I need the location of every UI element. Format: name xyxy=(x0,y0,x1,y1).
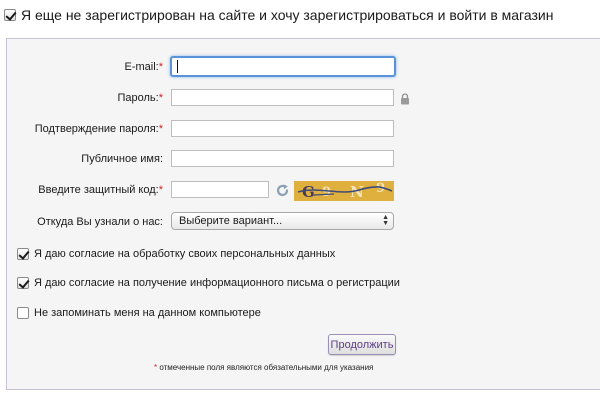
source-select[interactable]: Выберите вариант... ▲ ▼ xyxy=(171,212,394,230)
consent-personal-data-checkbox[interactable] xyxy=(17,248,29,260)
password-label: Пароль:* xyxy=(117,92,163,104)
text-caret xyxy=(177,60,178,73)
consent-personal-data-label: Я даю согласие на обработку своих персон… xyxy=(34,248,336,260)
public-name-label: Публичное имя: xyxy=(81,153,163,165)
consent-personal-data-row[interactable]: Я даю согласие на обработку своих персон… xyxy=(17,248,335,260)
consent-email-checkbox[interactable] xyxy=(17,277,29,289)
source-select-value: Выберите вариант... xyxy=(179,215,283,227)
password-field[interactable] xyxy=(171,89,394,106)
lock-icon xyxy=(400,92,410,110)
consent-email-row[interactable]: Я даю согласие на получение информационн… xyxy=(17,277,400,289)
register-option-row[interactable]: Я еще не зарегистрирован на сайте и хочу… xyxy=(0,0,600,30)
email-label: E-mail:* xyxy=(124,61,163,73)
public-name-field[interactable] xyxy=(171,150,394,167)
continue-button[interactable]: Продолжить xyxy=(328,334,396,355)
refresh-icon[interactable] xyxy=(275,183,290,203)
required-fields-note: * отмеченные поля являются обязательными… xyxy=(154,363,374,372)
consent-email-label: Я даю согласие на получение информационн… xyxy=(34,277,400,289)
email-field[interactable] xyxy=(170,56,396,77)
select-arrows-icon: ▲ ▼ xyxy=(382,214,389,227)
dont-remember-label: Не запоминать меня на данном компьютере xyxy=(34,307,261,319)
captcha-label: Введите защитный код:* xyxy=(38,184,163,196)
captcha-image: G 9 N 9 xyxy=(294,181,394,201)
source-label: Откуда Вы узнали о нас: xyxy=(37,216,163,228)
svg-text:G: G xyxy=(302,183,315,201)
dont-remember-row[interactable]: Не запоминать меня на данном компьютере xyxy=(17,307,261,319)
dont-remember-checkbox[interactable] xyxy=(17,307,29,319)
captcha-field[interactable] xyxy=(171,181,269,198)
register-option-label: Я еще не зарегистрирован на сайте и хочу… xyxy=(21,7,554,23)
confirm-password-label: Подтверждение пароля:* xyxy=(34,123,163,135)
svg-text:9: 9 xyxy=(322,185,331,200)
confirm-password-field[interactable] xyxy=(171,120,394,137)
register-checkbox[interactable] xyxy=(4,9,16,21)
